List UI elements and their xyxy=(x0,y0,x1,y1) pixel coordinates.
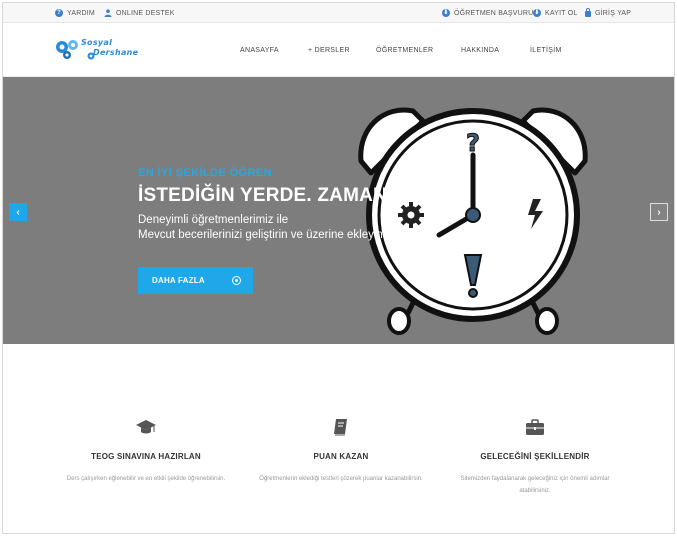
question-icon: ? xyxy=(55,9,63,17)
logo-text-line1: Sosyal xyxy=(81,38,113,47)
chevron-left-icon: ‹ xyxy=(16,206,20,218)
hero-desc-line1: Deneyimli öğretmenlerimiz ile xyxy=(138,214,289,226)
slider-next-button[interactable]: › xyxy=(650,203,668,221)
hero-slider: ? EN İYİ ŞEKİLDE ÖĞREN İSTEDİĞİN YERDE. … xyxy=(3,77,674,344)
hero-title: İSTEDİĞİN YERDE. ZAMANDA. xyxy=(138,185,421,206)
nav-label: + DERSLER xyxy=(308,46,350,54)
nav-item-iletisim[interactable]: İLETİŞİM xyxy=(530,23,562,77)
hero-subtitle: EN İYİ ŞEKİLDE ÖĞREN xyxy=(138,167,272,179)
lock-icon xyxy=(585,8,591,17)
feature-description: Ders çalışırken eğlenebilir ve en etkili… xyxy=(66,476,226,482)
online-support-label: ONLINE DESTEK xyxy=(116,9,175,17)
nav-item-ogretmenler[interactable]: ÖĞRETMENLER xyxy=(376,23,433,77)
nav-item-hakkinda[interactable]: HAKKINDA xyxy=(461,23,499,77)
feature-title: GELECEĞİNİ ŞEKİLLENDİR xyxy=(480,452,590,461)
online-support-link[interactable]: ONLINE DESTEK xyxy=(104,3,175,23)
help-link[interactable]: ? YARDIM xyxy=(55,3,95,23)
nav-label: İLETİŞİM xyxy=(530,46,562,54)
slider-prev-button[interactable]: ‹ xyxy=(9,203,27,221)
nav-label: ANASAYFA xyxy=(240,46,279,54)
features-section: TEOG SINAVINA HAZIRLAN Ders çalışırken e… xyxy=(3,344,674,533)
hero-desc-line2: Mevcut becerilerinizi geliştirin ve üzer… xyxy=(138,229,386,241)
more-button-label: DAHA FAZLA xyxy=(152,276,205,285)
graduation-cap-icon xyxy=(136,420,156,434)
feature-title: TEOG SINAVINA HAZIRLAN xyxy=(91,452,201,461)
page-frame: ? YARDIM ONLINE DESTEK ⬇ ÖĞRETMEN BAŞVUR… xyxy=(2,2,675,534)
circle-arrow-icon xyxy=(232,276,241,285)
alarm-clock-illustration: ? xyxy=(358,107,588,335)
teacher-apply-link[interactable]: ⬇ ÖĞRETMEN BAŞVURU xyxy=(442,3,533,23)
briefcase-icon xyxy=(526,419,544,435)
logo-text-line2: Dershane xyxy=(93,48,139,57)
hero-description: Deneyimli öğretmenlerimiz ile Mevcut bec… xyxy=(138,213,386,243)
nav-item-anasayfa[interactable]: ANASAYFA xyxy=(240,23,279,77)
login-label: GİRİŞ YAP xyxy=(595,9,632,17)
teacher-apply-label: ÖĞRETMEN BAŞVURU xyxy=(454,9,534,17)
book-icon xyxy=(334,419,347,436)
top-bar: ? YARDIM ONLINE DESTEK ⬇ ÖĞRETMEN BAŞVUR… xyxy=(3,3,674,23)
help-label: YARDIM xyxy=(67,9,95,17)
register-icon: ⬇ xyxy=(533,9,541,17)
nav-item-dersler[interactable]: + DERSLER xyxy=(308,23,350,77)
feature-title: PUAN KAZAN xyxy=(313,452,369,461)
register-link[interactable]: ⬇ KAYIT OL xyxy=(533,3,577,23)
login-link[interactable]: GİRİŞ YAP xyxy=(585,3,631,23)
header: Sosyal Dershane ANASAYFA + DERSLER ÖĞRET… xyxy=(3,23,674,77)
user-icon xyxy=(104,9,112,17)
chevron-right-icon: › xyxy=(657,206,661,218)
site-logo[interactable]: Sosyal Dershane xyxy=(53,37,163,63)
feature-description: Öğretmenlerin eklediği testleri çözerek … xyxy=(259,476,423,482)
register-label: KAYIT OL xyxy=(545,9,578,17)
teacher-apply-icon: ⬇ xyxy=(442,9,450,17)
feature-description: Sitemizden faydalanarak geleceğiniz için… xyxy=(460,476,610,494)
nav-label: ÖĞRETMENLER xyxy=(376,46,434,54)
nav-label: HAKKINDA xyxy=(461,46,500,54)
more-button[interactable]: DAHA FAZLA xyxy=(138,267,253,294)
